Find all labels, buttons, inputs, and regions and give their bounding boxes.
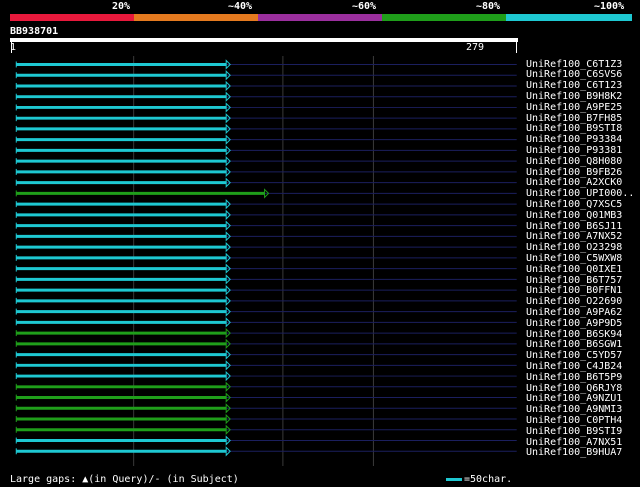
hit-label[interactable]: UniRef100_B9H8K2 [526, 91, 622, 102]
hit-label[interactable]: UniRef100_O22690 [526, 297, 622, 307]
identity-legend-labels: 20% ~40% ~60% ~80% ~100% [0, 0, 640, 14]
scale-note: =50char. [446, 474, 512, 485]
legend-seg-2 [258, 14, 382, 21]
large-gaps-note: Large gaps: ▲(in Query)/- (in Subject) [10, 474, 239, 485]
ruler-end-label: 279 [466, 42, 485, 53]
hit-label[interactable]: UniRef100_B6SK94 [526, 329, 622, 340]
hit-label[interactable]: UniRef100_Q01MB3 [526, 210, 622, 221]
hit-label[interactable]: UniRef100_B9STI9 [526, 426, 622, 437]
hit-label[interactable]: UniRef100_A9NZU1 [526, 394, 622, 404]
hit-label[interactable]: UniRef100_P93381 [526, 145, 622, 156]
legend-label-40: ~40% [228, 1, 253, 12]
hit-label[interactable]: UniRef100_Q7XSC5 [526, 199, 622, 210]
hit-label[interactable]: UniRef100_B6SJ11 [526, 221, 622, 232]
hit-label[interactable]: UniRef100_B6T5P9 [526, 372, 622, 383]
hit-label[interactable]: UniRef100_A7NX51 [526, 437, 622, 448]
legend-label-60: ~60% [352, 1, 377, 12]
scale-text: =50char. [464, 474, 513, 485]
hit-label[interactable]: UniRef100_C6T1Z3 [526, 59, 622, 70]
hit-label[interactable]: UniRef100_B0FFN1 [526, 286, 622, 296]
hit-label[interactable]: UniRef100_Q6RJY8 [526, 383, 622, 394]
hit-label[interactable]: UniRef100_Q8H080 [526, 156, 622, 167]
legend-label-20: 20% [112, 1, 131, 12]
hit-label[interactable]: UniRef100_B9FB26 [526, 167, 622, 178]
hit-label[interactable]: UniRef100_C0PTH4 [526, 415, 622, 426]
legend-seg-3 [382, 14, 506, 21]
hit-labels: UniRef100_C6T1Z3 UniRef100_C6SVS6 UniRef10… [526, 56, 640, 466]
hit-label[interactable]: UniRef100_C5YD57 [526, 351, 622, 361]
hit-label[interactable]: UniRef100_B9STI8 [526, 124, 622, 134]
hit-label[interactable]: UniRef100_C6SVS6 [526, 70, 622, 80]
hit-label[interactable]: UniRef100_O23298 [526, 243, 622, 253]
hit-label[interactable]: UniRef100_B7FH85 [526, 113, 622, 124]
legend-label-80: ~80% [476, 1, 501, 12]
hit-label[interactable]: UniRef100_P93384 [526, 135, 622, 145]
ruler-end-tick [516, 42, 517, 53]
hit-label[interactable]: UniRef100_C4JB24 [526, 361, 622, 372]
hit-alignments [15, 56, 517, 466]
hit-label[interactable]: UniRef100_B6T757 [526, 275, 622, 286]
hit-plot: UniRef100_C6T1Z3 UniRef100_C6SVS6 UniRef10… [0, 56, 640, 466]
hit-label[interactable]: UniRef100_UPI000.. [526, 189, 634, 199]
scale-swatch [446, 478, 462, 481]
hit-label[interactable]: UniRef100_C6T123 [526, 81, 622, 91]
legend-seg-1 [134, 14, 258, 21]
hit-label[interactable]: UniRef100_A9NMI3 [526, 405, 622, 415]
legend-label-100: ~100% [594, 1, 625, 12]
hit-label[interactable]: UniRef100_A9PA62 [526, 307, 622, 318]
legend-seg-0 [10, 14, 134, 21]
hit-label[interactable]: UniRef100_B9HUA7 [526, 448, 622, 458]
hit-label[interactable]: UniRef100_Q0IXE1 [526, 264, 622, 275]
identity-color-legend [10, 14, 632, 21]
query-ruler [10, 38, 518, 42]
hit-label[interactable]: UniRef100_A9PE25 [526, 102, 622, 113]
hit-label[interactable]: UniRef100_C5WXW8 [526, 253, 622, 264]
hit-label[interactable]: UniRef100_A2XCK0 [526, 178, 622, 188]
query-name: BB938701 [10, 26, 59, 37]
hit-label[interactable]: UniRef100_A9P9D5 [526, 318, 622, 329]
hit-label[interactable]: UniRef100_A7NX52 [526, 232, 622, 242]
legend-seg-4 [506, 14, 632, 21]
ruler-start-label: 1 [10, 42, 17, 53]
hit-label[interactable]: UniRef100_B6SGW1 [526, 340, 622, 350]
